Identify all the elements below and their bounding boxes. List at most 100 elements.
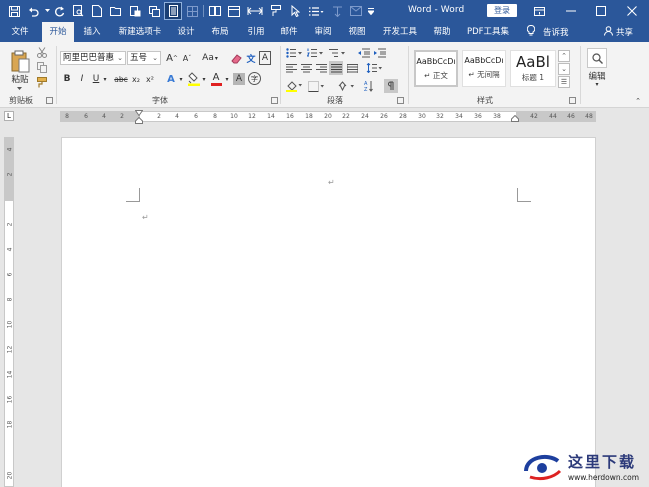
style-heading-1[interactable]: AaBl 标题 1 <box>510 50 556 87</box>
editing-dropdown-icon[interactable]: ▾ <box>592 81 602 88</box>
clipboard-launcher-icon[interactable] <box>46 97 53 104</box>
paste-dropdown-icon[interactable] <box>14 84 24 92</box>
line-spacing-icon[interactable] <box>365 61 383 75</box>
page-layout-icon[interactable] <box>226 3 242 19</box>
paste-special-icon[interactable] <box>127 3 143 19</box>
document-view-icon[interactable] <box>164 2 182 20</box>
text-effects-button[interactable]: A <box>165 73 177 85</box>
text-direction-icon[interactable] <box>329 3 345 19</box>
shrink-font-button[interactable]: Aˇ <box>181 51 193 65</box>
align-center-icon[interactable] <box>300 62 312 74</box>
search-icon[interactable] <box>587 48 607 68</box>
bold-button[interactable]: B <box>62 73 72 85</box>
format-painter-icon[interactable] <box>268 3 284 19</box>
columns-icon[interactable] <box>207 3 223 19</box>
new-document-icon[interactable] <box>89 3 105 19</box>
ribbon-display-options-button[interactable] <box>524 0 554 22</box>
change-case-button[interactable]: Aa ▾ <box>200 51 220 65</box>
tab-review[interactable]: 审阅 <box>307 22 339 42</box>
collapse-ribbon-icon[interactable]: ⌃ <box>634 97 642 105</box>
grid-view-icon[interactable] <box>184 3 200 19</box>
numbering-icon[interactable] <box>306 47 324 59</box>
font-color-button[interactable]: A <box>210 71 222 87</box>
multilevel-list-icon[interactable] <box>328 47 346 59</box>
highlight-icon[interactable] <box>187 71 200 87</box>
underline-button[interactable]: U <box>91 73 101 85</box>
styles-launcher-icon[interactable] <box>569 97 576 104</box>
print-preview-icon[interactable] <box>70 3 86 19</box>
envelope-icon[interactable] <box>348 3 364 19</box>
show-marks-icon[interactable] <box>384 79 398 93</box>
chinese-layout-icon[interactable] <box>337 79 355 93</box>
char-border-button[interactable]: A <box>259 51 271 65</box>
clear-formatting-icon[interactable] <box>230 51 242 65</box>
gallery-down-icon[interactable]: ⌄ <box>558 63 570 75</box>
font-size-select[interactable]: 五号 ⌄ <box>127 51 161 65</box>
tab-pdf-tools[interactable]: PDF工具集 <box>462 22 514 42</box>
list-options-icon[interactable] <box>306 3 326 19</box>
tab-design[interactable]: 设计 <box>170 22 202 42</box>
undo-dropdown-icon[interactable] <box>44 3 50 19</box>
tab-selector[interactable]: L <box>4 111 14 121</box>
borders-icon[interactable] <box>307 79 325 93</box>
vertical-ruler[interactable]: 4 2 2 4 6 8 10 12 14 16 18 20 <box>4 137 14 487</box>
maximize-button[interactable] <box>586 0 616 22</box>
style-normal[interactable]: AaBbCcDı ↵ 正文 <box>414 50 458 87</box>
tab-new-tab[interactable]: 新建选项卡 <box>112 22 168 42</box>
vertical-scrollbar[interactable] <box>636 124 649 487</box>
left-indent-marker[interactable] <box>135 116 143 127</box>
gallery-up-icon[interactable]: ⌃ <box>558 50 570 62</box>
char-shading-button[interactable]: A <box>233 73 245 85</box>
justify-icon[interactable] <box>329 61 343 75</box>
editing-label[interactable]: 编辑 <box>585 70 609 82</box>
tab-view[interactable]: 视图 <box>341 22 373 42</box>
tell-me-box[interactable]: 告诉我 <box>526 22 569 42</box>
text-effects-dropdown-icon[interactable]: ▾ <box>178 73 184 85</box>
phonetic-guide-button[interactable]: 文 <box>245 51 257 65</box>
tab-help[interactable]: 帮助 <box>426 22 458 42</box>
enclose-char-button[interactable]: 字 <box>248 72 261 85</box>
tab-layout[interactable]: 布局 <box>204 22 236 42</box>
open-folder-icon[interactable] <box>108 3 124 19</box>
tab-developer[interactable]: 开发工具 <box>378 22 422 42</box>
subscript-button[interactable]: x₂ <box>130 73 142 85</box>
document-page[interactable]: ↵ ↵ <box>61 137 596 487</box>
grow-font-button[interactable]: A ^ <box>166 51 178 65</box>
bullets-icon[interactable] <box>285 47 303 59</box>
tab-mailings[interactable]: 邮件 <box>273 22 305 42</box>
select-cursor-icon[interactable] <box>287 3 303 19</box>
distributed-align-icon[interactable] <box>345 61 359 75</box>
copy-icon[interactable] <box>36 61 48 73</box>
font-launcher-icon[interactable] <box>271 97 278 104</box>
strikethrough-button[interactable]: abc <box>113 73 129 85</box>
highlight-dropdown-icon[interactable]: ▾ <box>201 73 207 85</box>
tab-file[interactable]: 文件 <box>4 22 36 42</box>
copy-format-icon[interactable] <box>146 3 162 19</box>
tab-references[interactable]: 引用 <box>240 22 272 42</box>
style-no-spacing[interactable]: AaBbCcDı ↵ 无间隔 <box>462 50 506 87</box>
right-indent-marker[interactable] <box>511 114 519 125</box>
italic-button[interactable]: I <box>77 73 87 85</box>
undo-icon[interactable] <box>25 3 41 19</box>
share-button[interactable]: 共享 <box>604 22 633 42</box>
increase-indent-icon[interactable] <box>373 47 387 59</box>
save-icon[interactable] <box>6 3 22 19</box>
align-left-icon[interactable] <box>285 62 297 74</box>
cut-icon[interactable] <box>36 46 48 58</box>
shading-icon[interactable] <box>285 79 303 93</box>
sort-icon[interactable]: AZ <box>363 79 373 93</box>
close-button[interactable] <box>617 0 647 22</box>
underline-dropdown-icon[interactable]: ▾ <box>102 73 108 85</box>
format-painter-brush-icon[interactable] <box>36 76 48 88</box>
decrease-indent-icon[interactable] <box>357 47 371 59</box>
tab-home[interactable]: 开始 <box>42 22 74 42</box>
superscript-button[interactable]: x² <box>144 73 156 85</box>
font-color-dropdown-icon[interactable]: ▾ <box>224 73 230 85</box>
align-right-icon[interactable] <box>315 62 327 74</box>
gallery-more-icon[interactable]: ☰ <box>558 76 570 88</box>
customize-toolbar-icon[interactable] <box>367 3 375 19</box>
tab-insert[interactable]: 插入 <box>76 22 108 42</box>
redo-icon[interactable] <box>51 3 67 19</box>
text-width-icon[interactable] <box>245 3 265 19</box>
font-name-select[interactable]: 阿里巴巴普惠 ⌄ <box>60 51 126 65</box>
